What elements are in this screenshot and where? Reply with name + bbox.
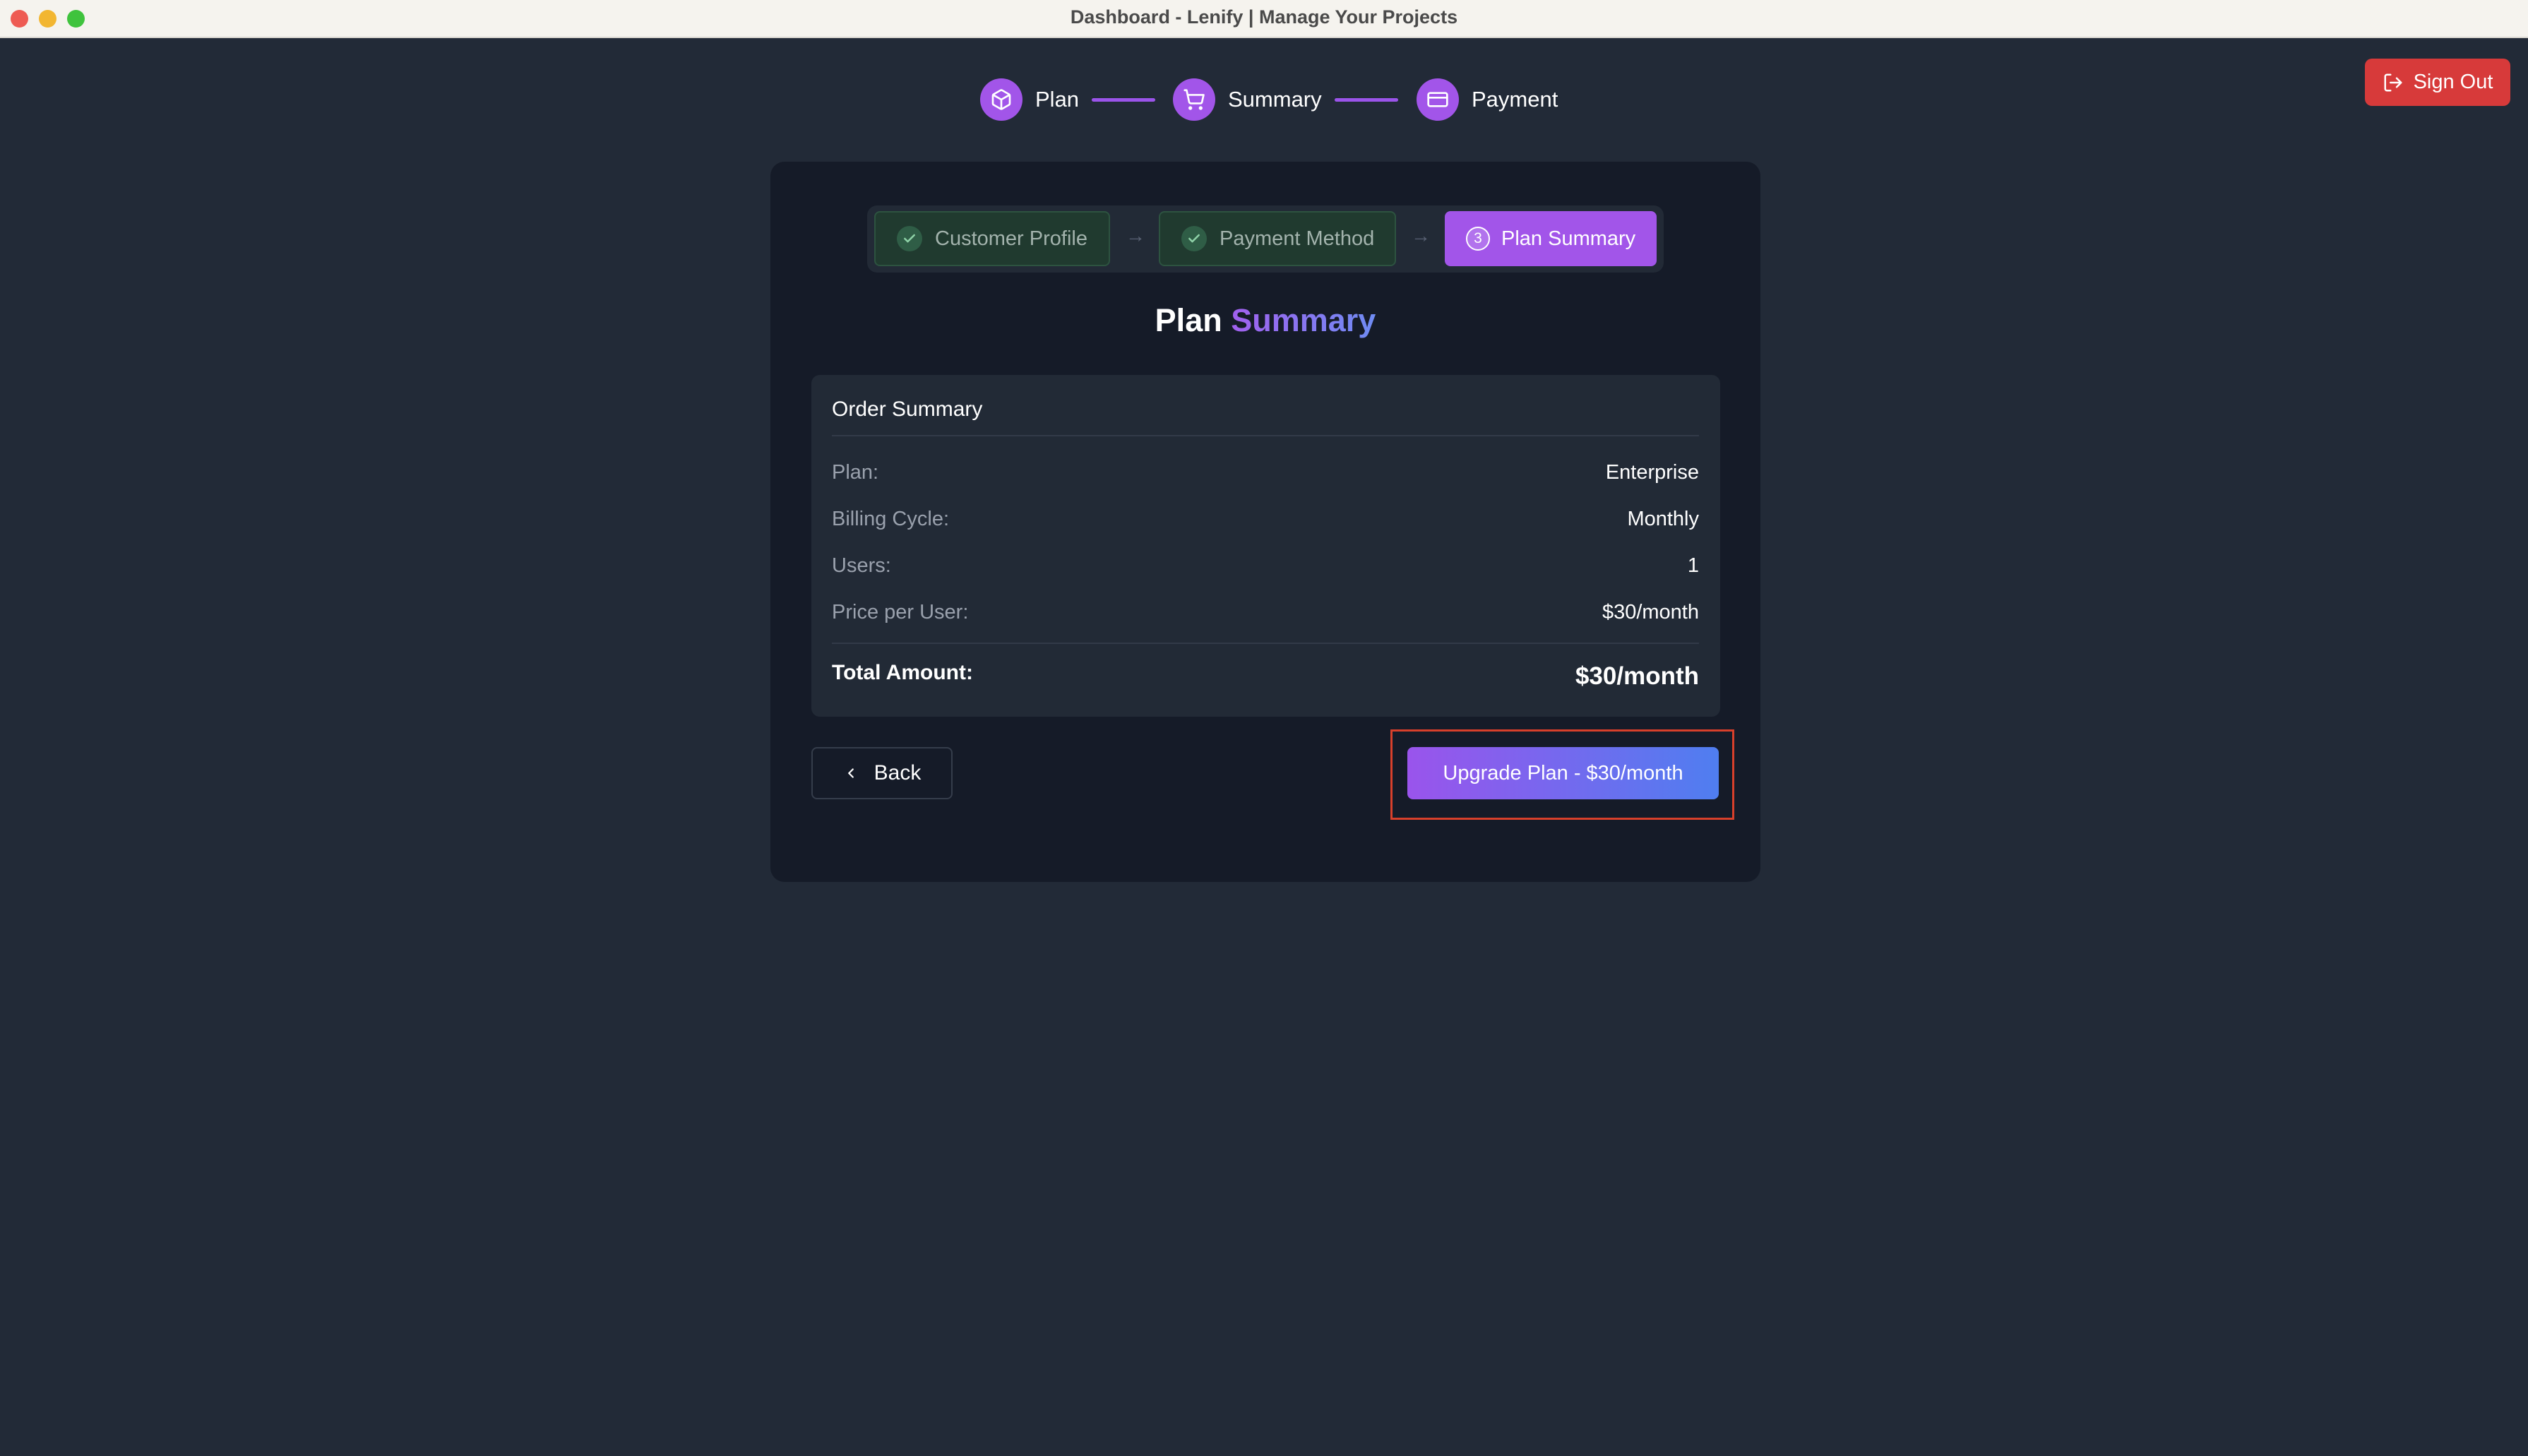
page-title-part2: Summary [1231, 302, 1376, 338]
step-number-badge: 3 [1466, 227, 1490, 251]
plan-value: Enterprise [1605, 461, 1699, 484]
billing-cycle-label: Billing Cycle: [832, 508, 949, 530]
page-title: Plan Summary [770, 302, 1760, 339]
top-step-summary-circle [1173, 78, 1215, 121]
total-amount-label: Total Amount: [832, 661, 973, 684]
sign-out-label: Sign Out [2413, 71, 2493, 93]
chevron-left-icon [847, 768, 854, 778]
top-step-plan-label: Plan [1035, 87, 1080, 112]
top-step-summary: Summary [1173, 78, 1322, 121]
substep-payment-method[interactable]: Payment Method [1159, 211, 1396, 266]
check-icon [1181, 226, 1207, 251]
arrow-right-icon: → [1411, 225, 1431, 246]
divider [832, 435, 1699, 436]
substep-payment-method-label: Payment Method [1220, 227, 1375, 250]
window-titlebar: Dashboard - Lenify | Manage Your Project… [0, 0, 2528, 38]
box-icon [991, 89, 1011, 110]
users-label: Users: [832, 554, 891, 577]
top-step-connector [1335, 98, 1398, 102]
billing-cycle-value: Monthly [1627, 508, 1699, 530]
plan-label: Plan: [832, 461, 879, 484]
cart-icon [1183, 89, 1205, 110]
divider [832, 643, 1699, 644]
top-step-payment-label: Payment [1472, 87, 1558, 112]
price-per-user-label: Price per User: [832, 601, 969, 623]
top-step-plan-circle [980, 78, 1022, 121]
total-amount-value: $30/month [1575, 662, 1699, 690]
check-icon [897, 226, 922, 251]
back-button-label: Back [874, 761, 922, 784]
top-step-summary-label: Summary [1228, 87, 1322, 112]
price-per-user-value: $30/month [1602, 601, 1699, 623]
upgrade-plan-button[interactable]: Upgrade Plan - $30/month [1407, 747, 1719, 799]
substep-plan-summary-label: Plan Summary [1501, 227, 1636, 250]
users-value: 1 [1687, 554, 1699, 577]
page-title-part1: Plan [1155, 302, 1222, 338]
substep-customer-profile[interactable]: Customer Profile [874, 211, 1110, 266]
window-title: Dashboard - Lenify | Manage Your Project… [1070, 6, 1458, 28]
back-button[interactable]: Back [811, 747, 953, 799]
substep-customer-profile-label: Customer Profile [935, 227, 1087, 250]
top-step-payment-circle [1417, 78, 1459, 121]
upgrade-plan-button-label: Upgrade Plan - $30/month [1443, 761, 1683, 784]
checkout-substeps: Customer Profile Payment Method 3 Plan S… [867, 205, 1664, 273]
order-summary-title: Order Summary [832, 398, 983, 421]
top-step-connector [1092, 98, 1155, 102]
sign-out-button[interactable]: Sign Out [2365, 59, 2510, 106]
top-step-payment: Payment [1417, 78, 1558, 121]
sign-out-icon [2384, 73, 2402, 91]
top-step-plan: Plan [980, 78, 1079, 121]
arrow-right-icon: → [1126, 225, 1145, 246]
substep-plan-summary[interactable]: 3 Plan Summary [1445, 211, 1657, 266]
credit-card-icon [1427, 92, 1448, 107]
